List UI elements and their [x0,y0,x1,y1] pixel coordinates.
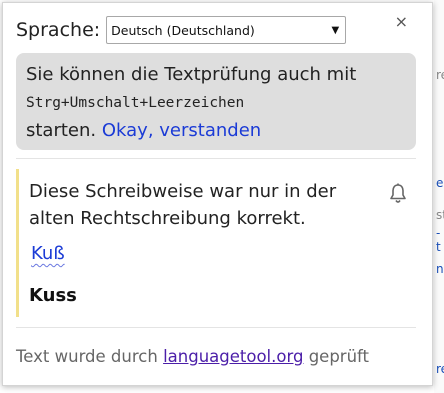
language-selected-value: Deutsch (Deutschland) [111,22,255,38]
keyboard-shortcut: Strg+Umschalt+Leerzeichen [26,95,245,111]
languagetool-link[interactable]: languagetool.org [163,347,303,366]
footer-text: Text wurde durch [16,347,158,366]
error-message: Diese Schreibweise war nur in der alten … [29,181,337,229]
divider [16,158,416,159]
background-text: re [436,362,444,376]
background-text: ne [436,262,444,276]
background-text: st [436,208,444,222]
footer-text-end: geprüft [308,347,370,366]
language-row: Sprache: Deutsch (Deutschland) ▼ [16,15,347,45]
languagetool-popup: Sprache: Deutsch (Deutschland) ▼ × Sie k… [2,2,433,386]
divider [16,327,416,328]
tip-text: Sie können die Textprüfung auch mit [26,64,357,85]
error-card: Diese Schreibweise war nur in der alten … [16,169,416,317]
background-text: en [436,176,444,190]
background-page: re en st -t ne re [434,0,444,393]
shortcut-tip: Sie können die Textprüfung auch mit Strg… [16,53,416,150]
suggestion-button[interactable]: Kuß [31,243,65,264]
language-label: Sprache: [16,19,101,41]
close-button[interactable]: × [395,13,408,31]
tip-text-end: starten. [26,120,97,141]
background-text: re [436,68,444,82]
dismiss-tip-link[interactable]: Okay, verstanden [102,120,261,141]
background-text: -t [436,226,441,254]
original-word: Kuss [29,285,77,306]
dropdown-arrow-icon: ▼ [331,24,340,36]
language-select[interactable]: Deutsch (Deutschland) ▼ [106,16,347,44]
bell-icon[interactable] [388,183,408,205]
footer: Text wurde durch languagetool.org geprüf… [16,347,369,366]
